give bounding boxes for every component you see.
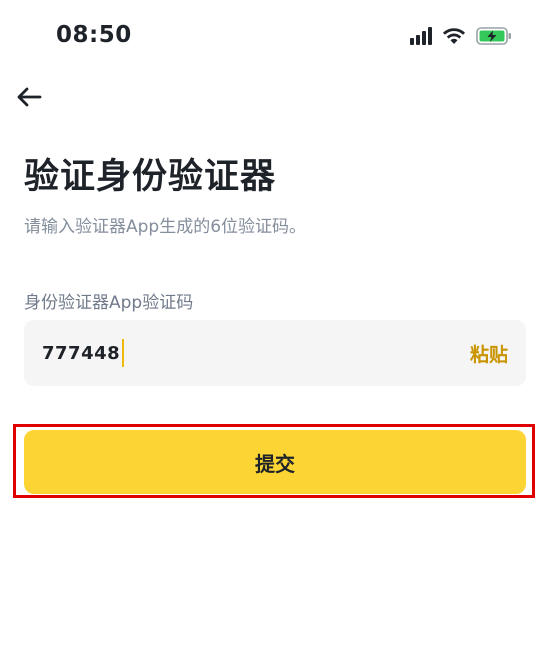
screen: 08:50 验证身份验证器 请输入验证器App生成的6位验证码。 身份验证器Ap… — [0, 0, 550, 663]
arrow-left-icon — [17, 87, 42, 107]
submit-button[interactable]: 提交 — [24, 430, 526, 494]
status-time: 08:50 — [56, 22, 132, 48]
paste-button[interactable]: 粘贴 — [470, 340, 508, 367]
code-input[interactable]: 777448 粘贴 — [24, 320, 526, 386]
cellular-signal-icon — [410, 27, 432, 45]
text-caret — [122, 339, 125, 367]
code-field-label: 身份验证器App验证码 — [24, 293, 194, 313]
battery-charging-icon — [476, 27, 511, 45]
page-subtitle: 请输入验证器App生成的6位验证码。 — [24, 217, 307, 237]
page-title: 验证身份验证器 — [24, 157, 277, 197]
back-button[interactable] — [14, 84, 44, 110]
code-input-value: 777448 — [42, 342, 121, 364]
wifi-icon — [443, 28, 465, 44]
status-icons — [410, 26, 512, 46]
